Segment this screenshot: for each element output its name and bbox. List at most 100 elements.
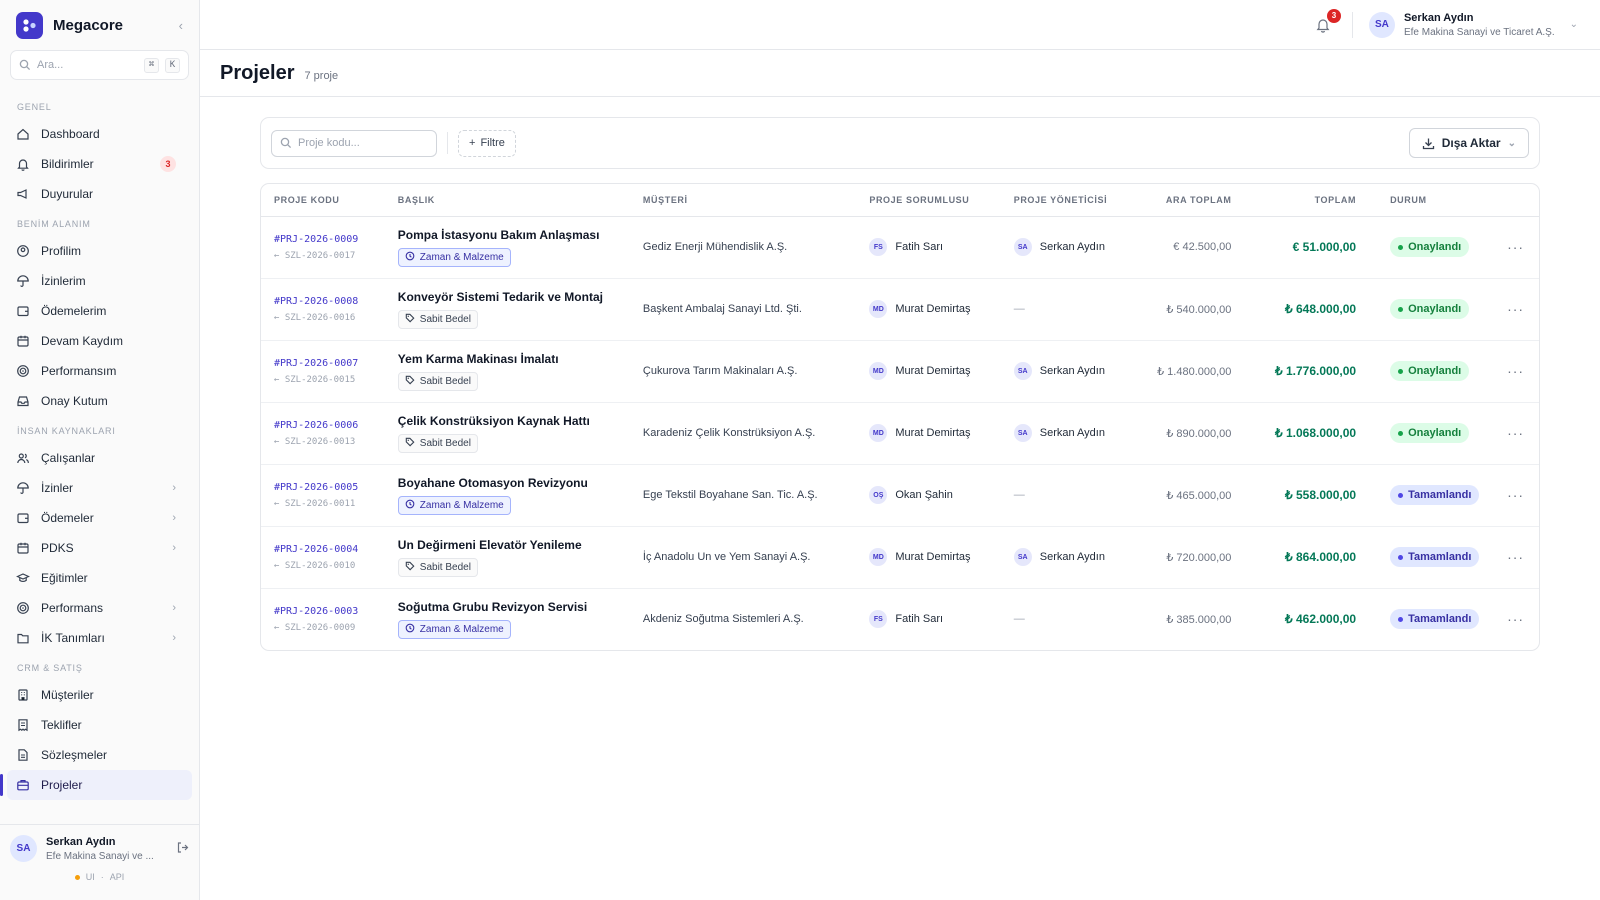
person-name: Serkan Aydın: [1039, 551, 1105, 563]
row-actions-button[interactable]: ···: [1492, 340, 1539, 403]
notification-badge: 3: [160, 156, 176, 172]
sidebar-item-ödemelerim[interactable]: Ödemelerim: [7, 296, 192, 326]
row-actions-button[interactable]: ···: [1492, 464, 1539, 527]
project-code-link[interactable]: #PRJ-2026-0009: [274, 234, 382, 245]
chevron-right-icon: ›: [172, 632, 176, 644]
table-row[interactable]: #PRJ-2026-0007 ← SZL-2026-0015 Yem Karma M…: [261, 340, 1539, 403]
project-code-link[interactable]: #PRJ-2026-0007: [274, 358, 382, 369]
project-code-link[interactable]: #PRJ-2026-0005: [274, 482, 382, 493]
table-row[interactable]: #PRJ-2026-0008 ← SZL-2026-0016 Konveyör Si…: [261, 278, 1539, 341]
collapse-sidebar-icon[interactable]: ‹: [179, 18, 183, 33]
page-title: Projeler: [220, 62, 295, 84]
project-owner: MD Murat Demirtaş: [869, 300, 997, 318]
customer-cell: Gediz Enerji Mühendislik A.Ş.: [634, 216, 862, 279]
env-ui-label: UI: [85, 872, 95, 882]
table-row[interactable]: #PRJ-2026-0003 ← SZL-2026-0009 Soğutma Gru…: [261, 588, 1539, 650]
col-total[interactable]: TOPLAM: [1239, 184, 1365, 217]
status-label: Onaylandı: [1408, 241, 1462, 253]
person-name: Murat Demirtaş: [895, 551, 971, 563]
filter-button[interactable]: + Filtre: [458, 129, 516, 157]
col-title[interactable]: BAŞLIK: [389, 184, 635, 217]
manager-cell: —: [1005, 278, 1130, 341]
project-title: Boyahane Otomasyon Revizyonu: [397, 475, 588, 490]
project-code-link[interactable]: #PRJ-2026-0004: [274, 544, 382, 555]
sidebar-item-dashboard[interactable]: Dashboard: [7, 119, 192, 149]
target-icon: [17, 602, 29, 614]
table-row[interactable]: #PRJ-2026-0009 ← SZL-2026-0017 Pompa İstas…: [261, 216, 1539, 279]
col-status[interactable]: DURUM: [1364, 184, 1493, 217]
status-cell: Onaylandı: [1364, 402, 1493, 465]
row-actions-button[interactable]: ···: [1492, 402, 1539, 465]
col-customer[interactable]: MÜŞTERİ: [634, 184, 862, 217]
tag-icon: [405, 561, 415, 574]
sidebar-user-org: Efe Makina Sanayi ve ...: [46, 850, 154, 862]
user-name: Serkan Aydın: [1403, 11, 1474, 24]
sidebar-item-sözleşmeler[interactable]: Sözleşmeler: [7, 740, 192, 770]
filter-label: Filtre: [480, 137, 505, 149]
avatar: OŞ: [869, 486, 888, 504]
sidebar-item-pdks[interactable]: PDKS ›: [7, 533, 192, 563]
sidebar-item-eğitimler[interactable]: Eğitimler: [7, 563, 192, 593]
download-icon: [1422, 138, 1434, 149]
sidebar-item-performansım[interactable]: Performansım: [7, 356, 192, 386]
status-label: Tamamlandı: [1408, 489, 1472, 501]
project-manager: SA Serkan Aydın: [1013, 362, 1122, 380]
table-row[interactable]: #PRJ-2026-0006 ← SZL-2026-0013 Çelik Konst…: [261, 402, 1539, 465]
col-project-code[interactable]: PROJE KODU: [261, 184, 390, 217]
sidebar-item-i-zinler[interactable]: İzinler ›: [7, 473, 192, 503]
calendar-icon: [17, 335, 29, 347]
project-code-link[interactable]: #PRJ-2026-0006: [274, 420, 382, 431]
chevron-right-icon: ›: [172, 602, 176, 614]
col-subtotal[interactable]: ARA TOPLAM: [1129, 184, 1240, 217]
sidebar-item-müşteriler[interactable]: Müşteriler: [7, 680, 192, 710]
sidebar-item-i-k-tanımları[interactable]: İK Tanımları ›: [7, 623, 192, 653]
col-owner[interactable]: PROJE SORUMLUSU: [861, 184, 1006, 217]
sidebar-item-profilim[interactable]: Profilim: [7, 236, 192, 266]
table-row[interactable]: #PRJ-2026-0005 ← SZL-2026-0011 Boyahane Ot…: [261, 464, 1539, 527]
customer-cell: İç Anadolu Un ve Yem Sanayi A.Ş.: [634, 526, 862, 589]
billing-type-tag: Zaman & Malzeme: [397, 247, 511, 267]
table-row[interactable]: #PRJ-2026-0004 ← SZL-2026-0010 Un Değirmen…: [261, 526, 1539, 589]
owner-cell: MD Murat Demirtaş: [861, 526, 1006, 589]
logout-icon[interactable]: [176, 841, 189, 857]
sidebar-item-projeler[interactable]: Projeler: [0, 770, 192, 800]
sidebar-item-onay-kutum[interactable]: Onay Kutum: [7, 386, 192, 416]
status-label: Tamamlandı: [1408, 551, 1472, 563]
project-code-search-input[interactable]: Proje kodu...: [271, 129, 437, 157]
sidebar-item-label: Profilim: [41, 244, 82, 258]
row-actions-button[interactable]: ···: [1492, 588, 1539, 650]
project-title: Konveyör Sistemi Tedarik ve Montaj: [397, 289, 603, 304]
person-name: Fatih Sarı: [895, 613, 944, 626]
project-code-link[interactable]: #PRJ-2026-0008: [274, 296, 382, 307]
project-code-link[interactable]: #PRJ-2026-0003: [274, 606, 382, 617]
sidebar-item-label: Teklifler: [41, 718, 82, 732]
topbar-divider: [1351, 11, 1353, 38]
sidebar-item-label: Bildirimler: [41, 157, 94, 171]
sidebar-item-i-zinlerim[interactable]: İzinlerim: [7, 266, 192, 296]
row-actions-button[interactable]: ···: [1492, 278, 1539, 341]
avatar: SA: [1013, 238, 1032, 256]
sidebar-item-devam-kaydım[interactable]: Devam Kaydım: [7, 326, 192, 356]
row-actions-button[interactable]: ···: [1492, 216, 1539, 279]
user-menu[interactable]: SA Serkan Aydın Efe Makina Sanayi ve Tic…: [1368, 11, 1578, 38]
project-code-cell: #PRJ-2026-0008 ← SZL-2026-0016: [261, 278, 390, 341]
project-code-cell: #PRJ-2026-0004 ← SZL-2026-0010: [261, 526, 390, 589]
table-toolbar: Proje kodu... + Filtre Dışa Aktar ⌄: [260, 117, 1540, 169]
sidebar-item-duyurular[interactable]: Duyurular: [7, 179, 192, 209]
sidebar-item-label: Ödemelerim: [41, 304, 107, 318]
sidebar-item-ödemeler[interactable]: Ödemeler ›: [7, 503, 192, 533]
avatar[interactable]: SA: [10, 835, 37, 862]
notifications-button[interactable]: 3: [1310, 8, 1341, 38]
contract-code: ← SZL-2026-0013: [274, 436, 356, 447]
sidebar-search-input[interactable]: Ara... ⌘ K: [10, 50, 189, 80]
sidebar-item-teklifler[interactable]: Teklifler: [7, 710, 192, 740]
export-button[interactable]: Dışa Aktar ⌄: [1408, 128, 1529, 158]
row-actions-button[interactable]: ···: [1492, 526, 1539, 589]
app-logo-icon[interactable]: [16, 11, 43, 39]
sidebar-item-performans[interactable]: Performans ›: [7, 593, 192, 623]
sidebar-item-çalışanlar[interactable]: Çalışanlar: [7, 443, 192, 473]
sidebar-item-bildirimler[interactable]: Bildirimler 3: [7, 149, 192, 179]
clock-icon: [405, 251, 415, 264]
col-manager[interactable]: PROJE YÖNETİCİSİ: [1005, 184, 1130, 217]
briefcase-icon: [17, 780, 29, 791]
